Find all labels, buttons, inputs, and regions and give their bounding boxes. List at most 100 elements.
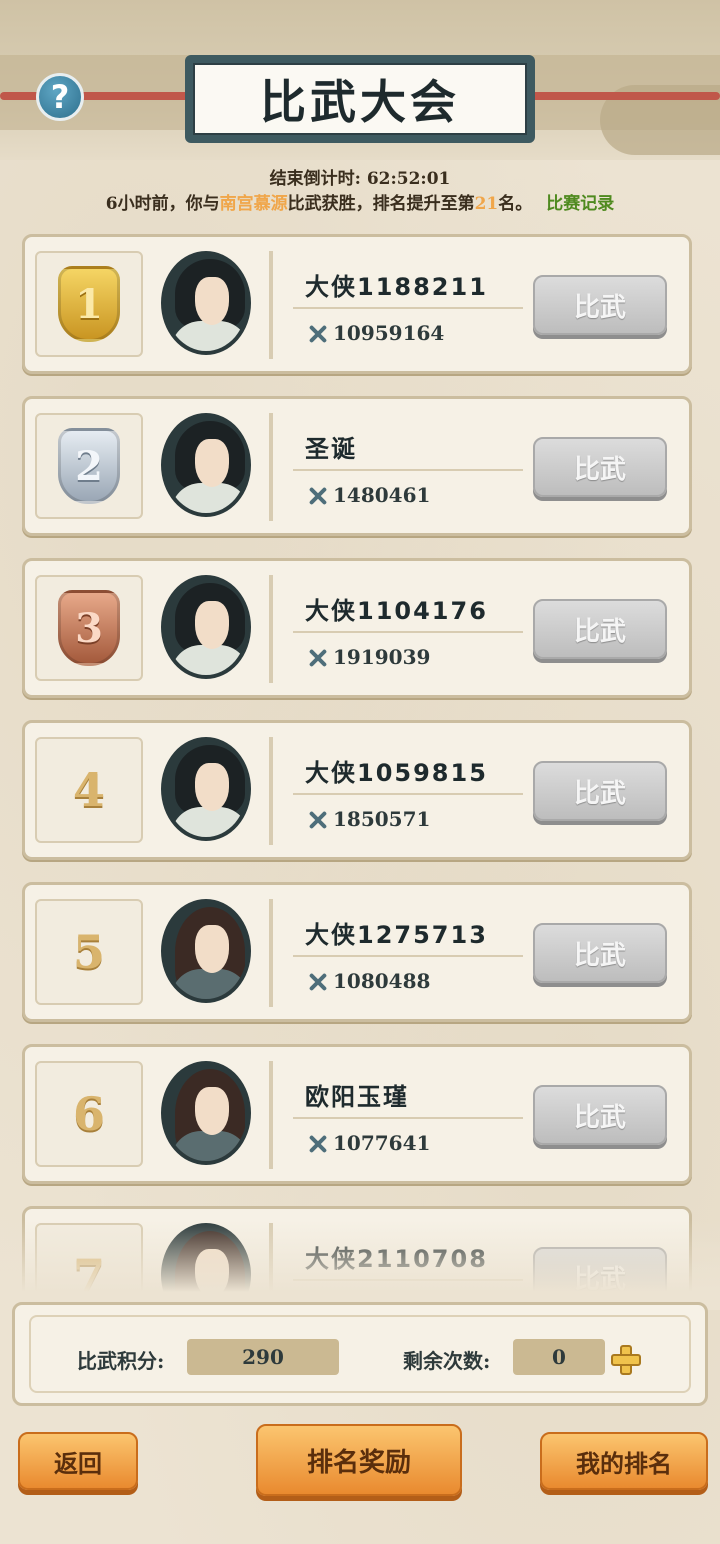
avatar-face: [195, 1087, 229, 1135]
rank-box: 1: [35, 251, 143, 357]
rank-box: 4: [35, 737, 143, 843]
avatar[interactable]: [161, 899, 251, 1003]
rope-decoration-right: [515, 92, 720, 100]
remaining-label: 剩余次数:: [403, 1349, 491, 1373]
player-info: 欧阳玉瑾 1077641 比武: [269, 1061, 679, 1169]
avatar-robe: [171, 807, 247, 837]
player-name: 大侠1275713: [305, 921, 488, 949]
my-rank-button[interactable]: 我的排名: [540, 1432, 708, 1490]
challenge-button[interactable]: 比武: [533, 437, 667, 497]
divider: [293, 307, 523, 309]
crossed-swords-icon: [307, 809, 329, 829]
divider: [293, 1117, 523, 1119]
avatar[interactable]: [161, 1061, 251, 1165]
combat-power: 1919039: [307, 645, 430, 669]
power-value: 1080488: [333, 969, 431, 993]
battle-notice: 6小时前，你与南宫慕源比武获胜，排名提升至第21名。 比赛记录: [0, 189, 720, 214]
challenge-button[interactable]: 比武: [533, 599, 667, 659]
avatar[interactable]: [161, 575, 251, 679]
ranking-list[interactable]: 1 大侠1188211 10959164 比武 2 圣诞 1480461 比武 …: [22, 232, 692, 1292]
power-value: 1919039: [333, 645, 431, 669]
combat-power: 1480461: [307, 483, 430, 507]
question-icon[interactable]: ?: [36, 73, 84, 121]
match-record-link[interactable]: 比赛记录: [546, 194, 614, 214]
rank-number: 6: [72, 1087, 105, 1141]
rank-number: 5: [72, 925, 105, 979]
avatar-robe: [171, 645, 247, 675]
power-value: 10959164: [333, 321, 445, 345]
crossed-swords-icon: [307, 485, 329, 505]
player-name: 大侠1059815: [305, 759, 488, 787]
card-torn-edge: [682, 1057, 692, 1177]
divider: [293, 793, 523, 795]
combat-power: 1080488: [307, 969, 430, 993]
plus-icon[interactable]: [611, 1345, 641, 1375]
player-info: 大侠1275713 1080488 比武: [269, 899, 679, 1007]
avatar[interactable]: [161, 737, 251, 841]
crossed-swords-icon: [307, 1133, 329, 1153]
notice-prefix: 6小时前，你与: [105, 194, 220, 214]
player-info: 大侠1104176 1919039 比武: [269, 575, 679, 683]
card-torn-edge: [682, 571, 692, 691]
rank-medal-icon: 3: [58, 590, 120, 666]
power-value: 1850571: [333, 807, 431, 831]
player-name: 大侠1188211: [305, 273, 488, 301]
title-board: 比武大会: [185, 55, 535, 143]
challenge-button[interactable]: 比武: [533, 275, 667, 335]
rank-medal-icon: 2: [58, 428, 120, 504]
player-info: 圣诞 1480461 比武: [269, 413, 679, 521]
card-torn-edge: [682, 409, 692, 529]
remaining-value: 0: [513, 1339, 605, 1375]
avatar-face: [195, 925, 229, 973]
power-value: 1480461: [333, 483, 431, 507]
countdown-value: 62:52:01: [366, 169, 451, 189]
divider: [293, 631, 523, 633]
challenge-button[interactable]: 比武: [533, 923, 667, 983]
player-info: 大侠1188211 10959164 比武: [269, 251, 679, 359]
rank-number: 4: [72, 763, 105, 817]
avatar-robe: [171, 483, 247, 513]
points-value: 290: [187, 1339, 339, 1375]
avatar-face: [195, 763, 229, 811]
player-name: 大侠1104176: [305, 597, 488, 625]
player-card: 1 大侠1188211 10959164 比武: [22, 234, 692, 374]
avatar-face: [195, 601, 229, 649]
rank-box: 6: [35, 1061, 143, 1167]
player-info: 大侠1059815 1850571 比武: [269, 737, 679, 845]
rank-box: 2: [35, 413, 143, 519]
power-value: 1077641: [333, 1131, 431, 1155]
crossed-swords-icon: [307, 647, 329, 667]
combat-power: 10959164: [307, 321, 444, 345]
points-label: 比武积分:: [77, 1349, 165, 1373]
player-card: 2 圣诞 1480461 比武: [22, 396, 692, 536]
avatar[interactable]: [161, 413, 251, 517]
rank-rewards-button[interactable]: 排名奖励: [256, 1424, 462, 1496]
avatar-face: [195, 277, 229, 325]
crossed-swords-icon: [307, 323, 329, 343]
combat-power: 1850571: [307, 807, 430, 831]
avatar[interactable]: [161, 251, 251, 355]
player-card: 3 大侠1104176 1919039 比武: [22, 558, 692, 698]
divider: [293, 955, 523, 957]
list-fade: [0, 1220, 720, 1310]
combat-power: 1077641: [307, 1131, 430, 1155]
challenge-button[interactable]: 比武: [533, 1085, 667, 1145]
back-button[interactable]: 返回: [18, 1432, 138, 1490]
notice-suffix: 名。: [498, 194, 533, 214]
divider: [293, 469, 523, 471]
player-name: 圣诞: [305, 435, 357, 463]
page-title: 比武大会: [193, 63, 527, 135]
current-rank: 21: [474, 194, 499, 214]
rank-medal-icon: 1: [58, 266, 120, 342]
player-card: 5 大侠1275713 1080488 比武: [22, 882, 692, 1022]
rank-box: 3: [35, 575, 143, 681]
notice-middle: 比武获胜，排名提升至第: [287, 194, 475, 214]
player-card: 4 大侠1059815 1850571 比武: [22, 720, 692, 860]
avatar-face: [195, 439, 229, 487]
card-torn-edge: [682, 895, 692, 1015]
rank-box: 5: [35, 899, 143, 1005]
challenge-button[interactable]: 比武: [533, 761, 667, 821]
player-card: 6 欧阳玉瑾 1077641 比武: [22, 1044, 692, 1184]
countdown-label: 结束倒计时:: [269, 169, 361, 189]
avatar-robe: [171, 321, 247, 351]
